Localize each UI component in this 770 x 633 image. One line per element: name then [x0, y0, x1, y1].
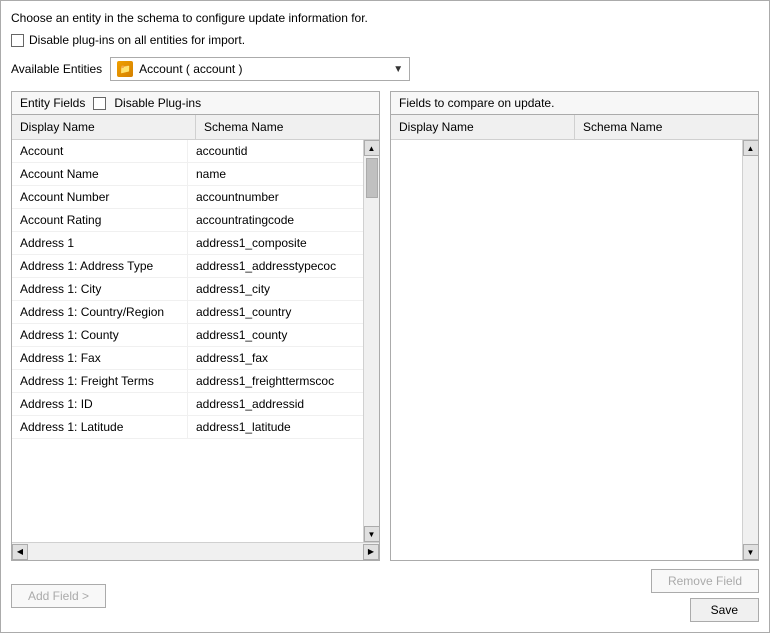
- remove-field-button[interactable]: Remove Field: [651, 569, 759, 593]
- table-row[interactable]: Address 1: Countyaddress1_county: [12, 324, 363, 347]
- available-entities-label: Available Entities: [11, 62, 102, 76]
- entity-fields-table-body[interactable]: AccountaccountidAccount NamenameAccount …: [12, 140, 363, 542]
- entity-name: Account ( account ): [139, 62, 242, 76]
- right-table-header: Display Name Schema Name: [391, 115, 758, 140]
- instruction-text: Choose an entity in the schema to config…: [11, 11, 759, 25]
- right-panel-header: Fields to compare on update.: [391, 92, 758, 115]
- schema-name-cell: address1_addressid: [188, 393, 363, 415]
- scroll-down-btn[interactable]: ▼: [364, 526, 380, 542]
- table-row[interactable]: Address 1: Freight Termsaddress1_freight…: [12, 370, 363, 393]
- entity-dropdown[interactable]: 📁 Account ( account ) ▼: [110, 57, 410, 81]
- left-panel-inner: AccountaccountidAccount NamenameAccount …: [12, 140, 379, 542]
- left-table-header: Display Name Schema Name: [12, 115, 379, 140]
- save-button[interactable]: Save: [690, 598, 759, 622]
- schema-name-cell: address1_freighttermscoc: [188, 370, 363, 392]
- right-scroll-down-btn[interactable]: ▼: [743, 544, 759, 560]
- right-vertical-scrollbar[interactable]: ▲ ▼: [742, 140, 758, 560]
- left-col-schema-name: Schema Name: [196, 115, 379, 139]
- table-row[interactable]: Address 1: IDaddress1_addressid: [12, 393, 363, 416]
- disable-plugins-field-label: Disable Plug-ins: [114, 96, 201, 110]
- table-row[interactable]: Address 1: Country/Regionaddress1_countr…: [12, 301, 363, 324]
- display-name-cell: Address 1: County: [12, 324, 188, 346]
- schema-name-cell: address1_composite: [188, 232, 363, 254]
- table-row[interactable]: Account Namename: [12, 163, 363, 186]
- table-row[interactable]: Address 1: Latitudeaddress1_latitude: [12, 416, 363, 439]
- right-col-display-name: Display Name: [391, 115, 575, 139]
- add-field-button[interactable]: Add Field >: [11, 584, 106, 608]
- entity-fields-title: Entity Fields: [20, 96, 85, 110]
- table-row[interactable]: Account Ratingaccountratingcode: [12, 209, 363, 232]
- h-scroll-right-btn[interactable]: ▶: [363, 544, 379, 560]
- right-scroll-track: [744, 156, 758, 544]
- right-bottom-buttons: Remove Field Save: [651, 569, 759, 622]
- display-name-cell: Account Name: [12, 163, 188, 185]
- disable-plugins-row: Disable plug-ins on all entities for imp…: [11, 33, 759, 47]
- display-name-cell: Address 1: ID: [12, 393, 188, 415]
- compare-fields-table-body[interactable]: [391, 140, 742, 560]
- left-panel: Entity Fields Disable Plug-ins Display N…: [11, 91, 380, 561]
- disable-plugins-checkbox[interactable]: [11, 34, 24, 47]
- panels-row: Entity Fields Disable Plug-ins Display N…: [11, 91, 759, 561]
- left-vertical-scrollbar[interactable]: ▲ ▼: [363, 140, 379, 542]
- display-name-cell: Account: [12, 140, 188, 162]
- table-row[interactable]: Address 1address1_composite: [12, 232, 363, 255]
- schema-name-cell: address1_country: [188, 301, 363, 323]
- display-name-cell: Address 1: Country/Region: [12, 301, 188, 323]
- right-col-schema-name: Schema Name: [575, 115, 758, 139]
- schema-name-cell: address1_addresstypecoc: [188, 255, 363, 277]
- display-name-cell: Address 1: City: [12, 278, 188, 300]
- display-name-cell: Account Rating: [12, 209, 188, 231]
- left-panel-header: Entity Fields Disable Plug-ins: [12, 92, 379, 115]
- left-horizontal-scrollbar[interactable]: ◀ ▶: [12, 542, 379, 560]
- table-row[interactable]: Address 1: Address Typeaddress1_addresst…: [12, 255, 363, 278]
- right-panel: Fields to compare on update. Display Nam…: [390, 91, 759, 561]
- schema-name-cell: address1_county: [188, 324, 363, 346]
- display-name-cell: Address 1: Latitude: [12, 416, 188, 438]
- entity-row: Available Entities 📁 Account ( account )…: [11, 57, 759, 81]
- right-panel-inner: ▲ ▼: [391, 140, 758, 560]
- schema-name-cell: accountnumber: [188, 186, 363, 208]
- schema-name-cell: address1_latitude: [188, 416, 363, 438]
- left-col-display-name: Display Name: [12, 115, 196, 139]
- disable-plugins-field-checkbox[interactable]: [93, 97, 106, 110]
- entity-icon: 📁: [117, 61, 133, 77]
- schema-name-cell: address1_fax: [188, 347, 363, 369]
- scroll-track: [365, 156, 379, 526]
- table-row[interactable]: Account Numberaccountnumber: [12, 186, 363, 209]
- display-name-cell: Address 1: [12, 232, 188, 254]
- display-name-cell: Address 1: Freight Terms: [12, 370, 188, 392]
- table-row[interactable]: Address 1: Cityaddress1_city: [12, 278, 363, 301]
- display-name-cell: Address 1: Address Type: [12, 255, 188, 277]
- h-scroll-left-btn[interactable]: ◀: [12, 544, 28, 560]
- schema-name-cell: name: [188, 163, 363, 185]
- scroll-thumb[interactable]: [366, 158, 378, 198]
- fields-compare-title: Fields to compare on update.: [399, 96, 554, 110]
- scroll-up-btn[interactable]: ▲: [364, 140, 380, 156]
- schema-name-cell: address1_city: [188, 278, 363, 300]
- bottom-buttons-row: Add Field > Remove Field Save: [11, 569, 759, 622]
- h-scroll-track: [28, 545, 363, 559]
- display-name-cell: Address 1: Fax: [12, 347, 188, 369]
- table-row[interactable]: Accountaccountid: [12, 140, 363, 163]
- display-name-cell: Account Number: [12, 186, 188, 208]
- schema-name-cell: accountratingcode: [188, 209, 363, 231]
- table-row[interactable]: Address 1: Faxaddress1_fax: [12, 347, 363, 370]
- dropdown-arrow-icon: ▼: [393, 64, 403, 75]
- disable-plugins-label: Disable plug-ins on all entities for imp…: [29, 33, 245, 47]
- right-scroll-up-btn[interactable]: ▲: [743, 140, 759, 156]
- schema-name-cell: accountid: [188, 140, 363, 162]
